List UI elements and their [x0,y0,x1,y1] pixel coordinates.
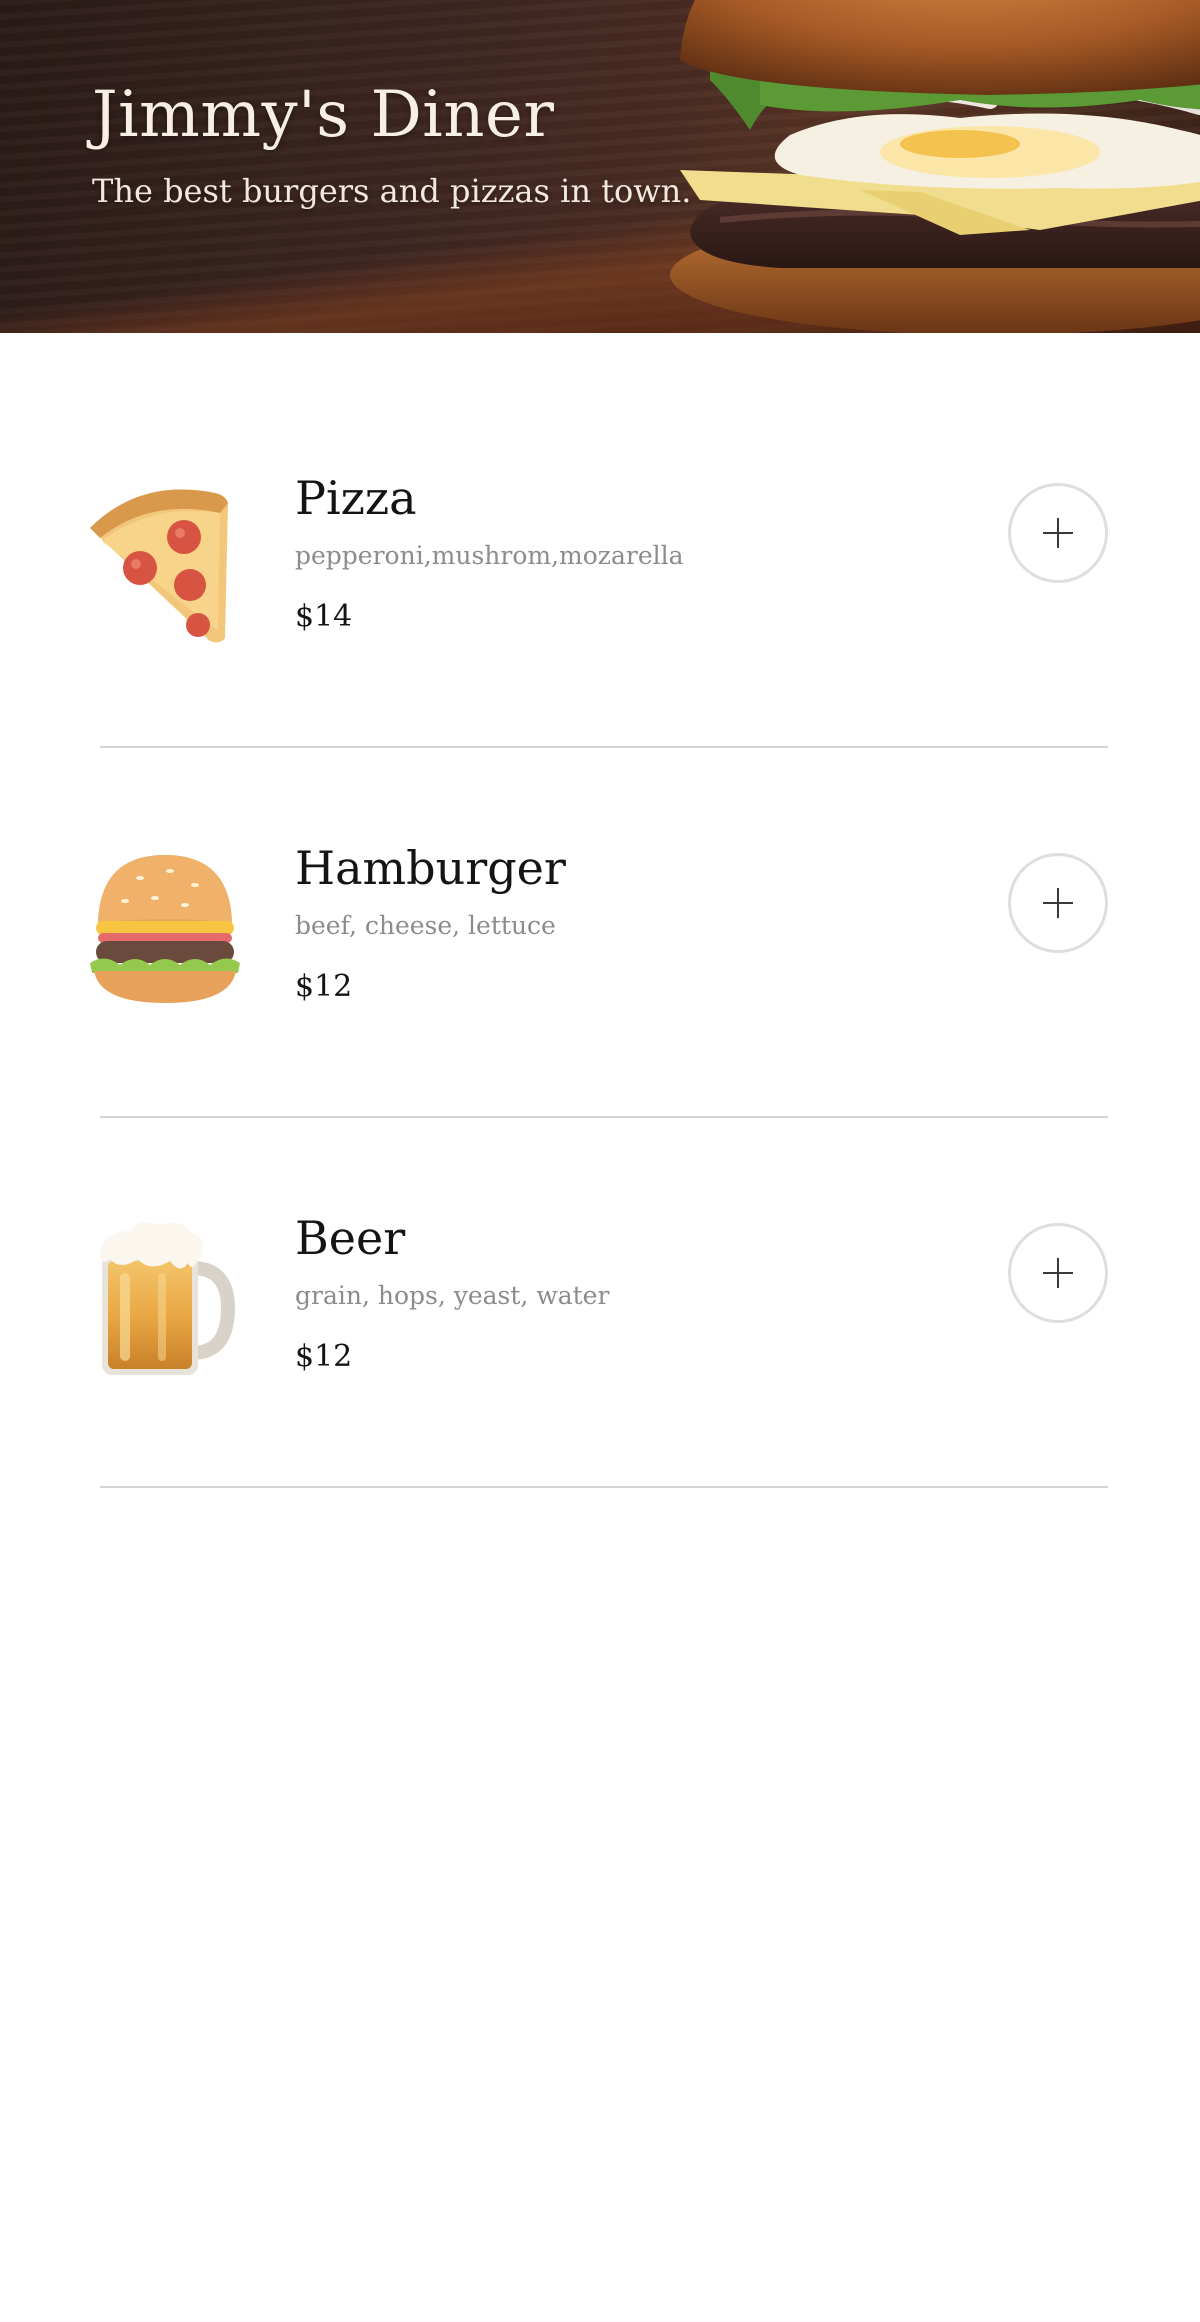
plus-icon [1043,518,1073,548]
hamburger-icon [90,855,240,1003]
menu-item-beer: Beer grain, hops, yeast, water $12 [0,1073,1200,1488]
menu-item-price: $12 [295,969,353,1004]
burger-photo [670,0,1200,333]
add-pizza-button[interactable] [1008,483,1108,583]
hero-header: Jimmy's Diner The best burgers and pizza… [0,0,1200,333]
menu-item-price: $14 [295,599,353,634]
add-hamburger-button[interactable] [1008,853,1108,953]
menu-item-price: $12 [295,1339,353,1374]
menu-item-ingredients: pepperoni,mushrom,mozarella [295,541,684,570]
menu-item-ingredients: beef, cheese, lettuce [295,911,556,940]
menu-item-name: Hamburger [295,841,566,895]
menu-item-ingredients: grain, hops, yeast, water [295,1281,610,1310]
pizza-slice-icon [90,489,228,643]
restaurant-title: Jimmy's Diner [92,78,555,152]
menu-item-hamburger: Hamburger beef, cheese, lettuce $12 [0,703,1200,1118]
beer-mug-icon [100,1222,236,1375]
menu-item-pizza: Pizza pepperoni,mushrom,mozarella $14 [0,333,1200,748]
plus-icon [1043,1258,1073,1288]
plus-icon [1043,888,1073,918]
add-beer-button[interactable] [1008,1223,1108,1323]
restaurant-tagline: The best burgers and pizzas in town. [92,172,692,210]
menu-divider [100,1486,1108,1488]
menu-item-name: Beer [295,1211,406,1265]
menu-item-name: Pizza [295,471,417,525]
